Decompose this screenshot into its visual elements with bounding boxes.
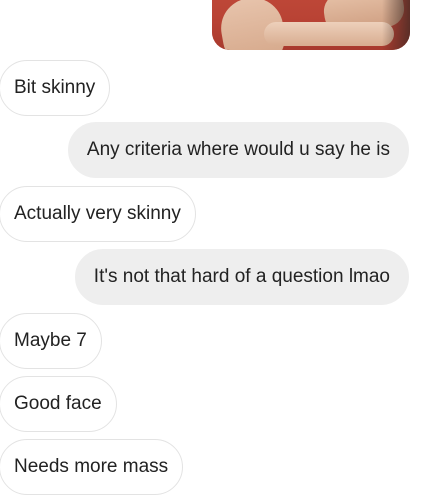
photo-shadow	[382, 0, 410, 50]
shared-photo[interactable]	[212, 0, 410, 50]
message-bubble-outgoing[interactable]: Any criteria where would u say he is	[67, 122, 409, 178]
message-bubble-incoming[interactable]: Good face	[0, 376, 117, 432]
message-bubble-incoming[interactable]: Bit skinny	[0, 60, 111, 116]
message-bubble-incoming[interactable]: Needs more mass	[0, 439, 184, 495]
message-bubble-incoming[interactable]: Maybe 7	[0, 313, 102, 369]
message-bubble-incoming[interactable]: Actually very skinny	[0, 186, 196, 242]
message-bubble-outgoing[interactable]: It's not that hard of a question lmao	[74, 249, 409, 305]
photo-forearm	[264, 22, 394, 46]
